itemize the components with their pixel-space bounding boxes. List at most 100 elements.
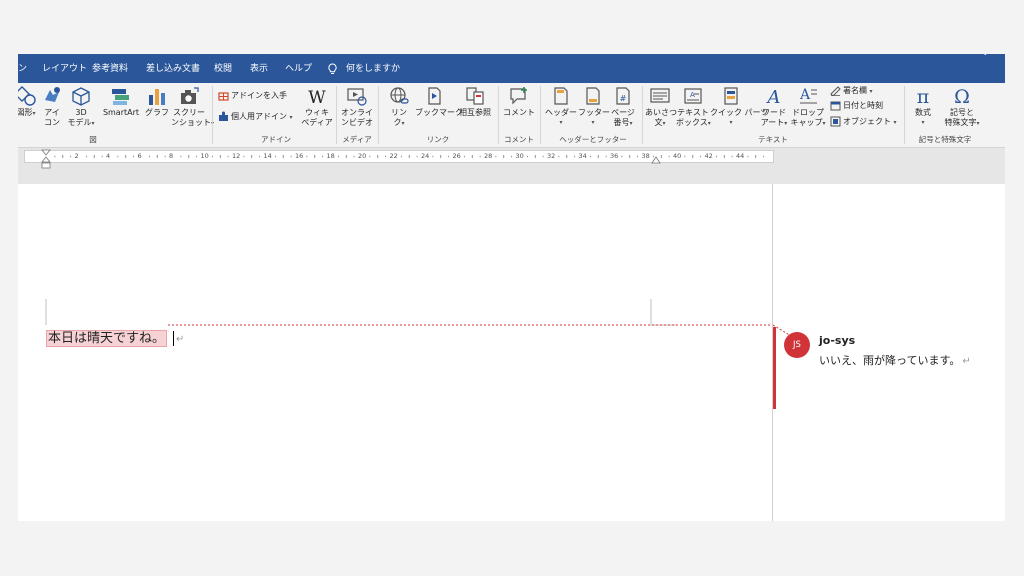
chart-button[interactable]: グラフ	[144, 86, 170, 118]
dropcap-label-1: ドロップ	[792, 108, 824, 117]
date-time-button[interactable]: 日付と時刻	[830, 99, 883, 113]
tab-view[interactable]: 表示	[250, 54, 268, 83]
object-label: オブジェクト	[843, 117, 891, 126]
wordart-label-2: アート	[760, 118, 785, 127]
textbox-label-1: テキスト	[677, 108, 709, 117]
svg-text:W: W	[308, 88, 326, 106]
document-page[interactable]: 本日は晴天ですね。 ↵	[18, 184, 772, 521]
tab-mailings[interactable]: 差し込み文書	[146, 54, 200, 83]
store-icon	[218, 92, 229, 101]
screenshot-button[interactable]: スクリー ンショット▾	[171, 86, 214, 129]
cube-icon	[72, 87, 90, 106]
page-number-icon: #	[616, 87, 630, 105]
paragraph-mark-icon: ↵	[176, 334, 185, 345]
bookmark-button[interactable]: ブックマーク	[415, 86, 463, 118]
icons-button[interactable]: アイ コン	[40, 86, 64, 128]
greeting-label-1: あいさつ	[645, 108, 677, 117]
ruler-label: 28	[484, 152, 493, 160]
svg-text:A: A	[799, 87, 811, 103]
ribbon-collapse-mark[interactable]: ⌄	[981, 54, 989, 58]
paragraph-mark-icon: ↵	[962, 356, 971, 367]
shapes-button[interactable]: 図形▾	[18, 86, 40, 119]
page-number-label-2: 番号	[613, 118, 630, 127]
word-window: ン レイアウト 参考資料 差し込み文書 校閲 表示 ヘルプ 何をしますか ⌄ 図…	[18, 54, 1005, 521]
ruler-label: 14	[263, 152, 272, 160]
ribbon-insert: 図形▾ アイ コン 3D モデル▾ SmartArt グラフ スクリー ンショッ…	[18, 83, 1005, 148]
svg-text:π: π	[917, 86, 930, 106]
lightbulb-icon[interactable]	[327, 63, 338, 75]
ruler-label: 24	[421, 152, 430, 160]
shapes-label: 図形	[18, 108, 33, 117]
ruler-label: 30	[515, 152, 524, 160]
header-button[interactable]: ヘッダー ▾	[544, 86, 578, 128]
symbol-button[interactable]: Ω 記号と 特殊文字▾	[942, 86, 982, 129]
globe-link-icon	[390, 87, 409, 104]
icons-icon	[45, 87, 60, 102]
object-button[interactable]: オブジェクト ▾	[830, 115, 897, 129]
wordart-icon: A	[766, 87, 781, 106]
group-header-footer: ヘッダーとフッター	[559, 135, 627, 144]
ruler-label: 12	[232, 152, 241, 160]
video-icon	[347, 88, 367, 106]
equation-button[interactable]: π 数式 ▾	[908, 86, 938, 128]
ruler-label: 8	[169, 152, 174, 160]
ruler-label: 40	[673, 152, 682, 160]
comment-body[interactable]: いいえ、雨が降っています。	[819, 354, 960, 367]
online-video-label-2: ンビデオ	[341, 118, 373, 127]
get-addins-button[interactable]: アドインを入手	[218, 89, 287, 103]
symbol-label-1: 記号と	[950, 108, 974, 117]
horizontal-ruler[interactable]: 2 4 6 8 10 12 14 16 18 20 22 24 26 28 30 32 34 36 38 40 42 44	[24, 149, 774, 169]
group-media: メディア	[342, 135, 372, 144]
comment-icon	[510, 87, 527, 105]
page-number-button[interactable]: # ページ 番号▾	[608, 86, 638, 129]
ruler-label: 4	[106, 152, 111, 160]
online-video-button[interactable]: オンライ ンビデオ	[340, 86, 374, 128]
new-comment-button[interactable]: コメント	[502, 86, 536, 118]
tab-edge-glyph[interactable]: ン	[18, 54, 27, 83]
cross-reference-label: 相互参照	[459, 108, 491, 117]
link-button[interactable]: リン ク▾	[386, 86, 412, 129]
comment-text[interactable]: いいえ、雨が降っています。 ↵	[819, 352, 971, 368]
ribbon-separator	[540, 86, 541, 144]
indent-marker-icon[interactable]	[41, 149, 51, 171]
ribbon-separator	[336, 86, 337, 144]
cross-reference-button[interactable]: 相互参照	[456, 86, 494, 118]
markup-pane: JS jo-sys いいえ、雨が降っています。 ↵	[772, 184, 1005, 521]
wikipedia-icon: W	[308, 88, 326, 106]
signature-line-button[interactable]: 署名欄 ▾	[830, 84, 873, 98]
ruler-label: 10	[200, 152, 209, 160]
tab-references[interactable]: 参考資料	[92, 54, 128, 83]
wikipedia-button[interactable]: W ウィキ ペディア	[300, 86, 334, 128]
wordart-button[interactable]: A ワード アート▾	[760, 86, 788, 129]
svg-text:A: A	[690, 91, 695, 99]
commented-text[interactable]: 本日は晴天ですね。	[46, 330, 168, 347]
body-paragraph[interactable]: 本日は晴天ですね。 ↵	[46, 327, 185, 347]
3d-label-2: モデル	[67, 118, 92, 127]
right-indent-marker-icon[interactable]	[651, 154, 661, 164]
bar-chart-icon	[149, 89, 165, 105]
group-text: テキスト	[758, 135, 788, 144]
textbox-button[interactable]: A テキスト ボックス▾	[676, 86, 711, 129]
tab-help[interactable]: ヘルプ	[285, 54, 312, 83]
page-margin-marks	[45, 299, 772, 326]
quick-parts-button[interactable]: クイック パーツ ▾	[710, 86, 769, 128]
text-cursor	[173, 331, 175, 346]
my-addins-button[interactable]: 個人用アドイン ▾	[218, 110, 293, 124]
footer-label: フッター	[578, 108, 610, 117]
tab-review[interactable]: 校閲	[214, 54, 232, 83]
footer-button[interactable]: フッター ▾	[578, 86, 610, 128]
screenshot-label-2: ンショット	[171, 118, 211, 127]
online-video-label-1: オンライ	[341, 108, 373, 117]
smartart-button[interactable]: SmartArt	[100, 86, 142, 118]
tell-me-search[interactable]: 何をしますか	[346, 54, 400, 83]
equation-label: 数式	[915, 108, 931, 117]
group-illustrations: 図	[89, 135, 97, 144]
tab-layout[interactable]: レイアウト	[42, 54, 87, 83]
shapes-icon	[18, 86, 36, 106]
greeting-button[interactable]: あいさつ 文▾	[645, 86, 677, 129]
wikipedia-label-1: ウィキ	[305, 108, 329, 117]
quick-parts-label: クイック パーツ	[710, 108, 769, 117]
ruler-label: 38	[641, 152, 650, 160]
dropcap-button[interactable]: A ドロップ キャップ▾	[790, 86, 826, 129]
3d-models-button[interactable]: 3D モデル▾	[66, 86, 96, 129]
